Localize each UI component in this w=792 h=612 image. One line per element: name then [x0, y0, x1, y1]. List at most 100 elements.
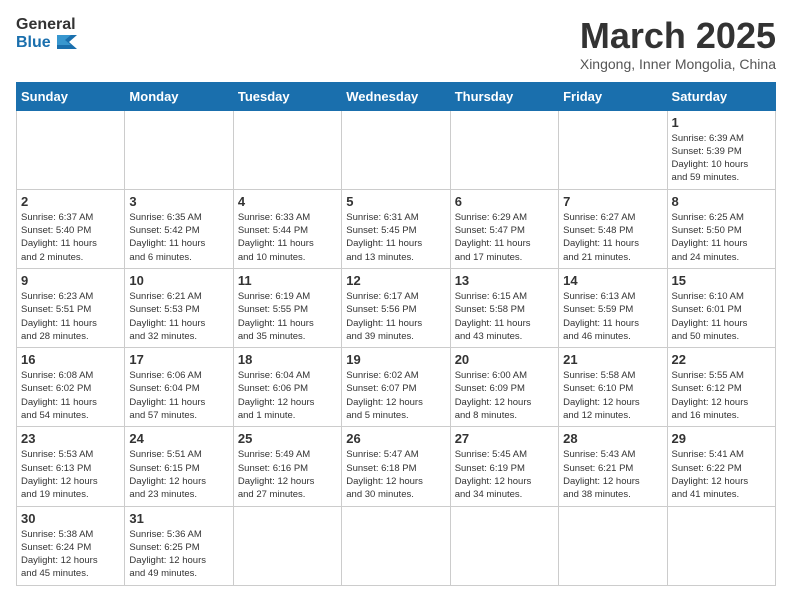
column-header-friday: Friday	[559, 82, 667, 110]
month-title: March 2025	[580, 16, 776, 56]
day-info: Sunrise: 5:38 AM Sunset: 6:24 PM Dayligh…	[21, 528, 120, 581]
day-cell	[233, 110, 341, 189]
day-cell: 2 Sunrise: 6:37 AM Sunset: 5:40 PM Daylig…	[17, 189, 125, 268]
day-number: 22	[672, 352, 771, 367]
day-info: Sunrise: 6:29 AM Sunset: 5:47 PM Dayligh…	[455, 211, 554, 264]
day-cell: 5Sunrise: 6:31 AM Sunset: 5:45 PM Daylig…	[342, 189, 450, 268]
day-number: 28	[563, 431, 662, 446]
day-cell: 21 Sunrise: 5:58 AM Sunset: 6:10 PM Dayli…	[559, 348, 667, 427]
day-number: 11	[238, 273, 337, 288]
day-cell: 12 Sunrise: 6:17 AM Sunset: 5:56 PM Dayli…	[342, 268, 450, 347]
day-info: Sunrise: 6:31 AM Sunset: 5:45 PM Dayligh…	[346, 211, 445, 264]
day-cell: 10Sunrise: 6:21 AM Sunset: 5:53 PM Dayli…	[125, 268, 233, 347]
week-row-4: 16Sunrise: 6:08 AM Sunset: 6:02 PM Dayli…	[17, 348, 776, 427]
day-cell: 11 Sunrise: 6:19 AM Sunset: 5:55 PM Dayli…	[233, 268, 341, 347]
day-cell: 20 Sunrise: 6:00 AM Sunset: 6:09 PM Dayli…	[450, 348, 558, 427]
day-cell	[450, 506, 558, 585]
day-info: Sunrise: 6:17 AM Sunset: 5:56 PM Dayligh…	[346, 290, 445, 343]
day-cell	[342, 506, 450, 585]
day-cell	[125, 110, 233, 189]
day-cell: 8 Sunrise: 6:25 AM Sunset: 5:50 PM Daylig…	[667, 189, 775, 268]
day-number: 20	[455, 352, 554, 367]
day-number: 19	[346, 352, 445, 367]
logo-blue-text: Blue	[16, 34, 77, 52]
day-info: Sunrise: 5:53 AM Sunset: 6:13 PM Dayligh…	[21, 448, 120, 501]
day-number: 4	[238, 194, 337, 209]
day-cell: 24 Sunrise: 5:51 AM Sunset: 6:15 PM Dayli…	[125, 427, 233, 506]
day-cell	[450, 110, 558, 189]
day-info: Sunrise: 5:49 AM Sunset: 6:16 PM Dayligh…	[238, 448, 337, 501]
day-info: Sunrise: 5:43 AM Sunset: 6:21 PM Dayligh…	[563, 448, 662, 501]
day-cell: 19Sunrise: 6:02 AM Sunset: 6:07 PM Dayli…	[342, 348, 450, 427]
day-number: 6	[455, 194, 554, 209]
day-cell: 6 Sunrise: 6:29 AM Sunset: 5:47 PM Daylig…	[450, 189, 558, 268]
day-info: Sunrise: 6:39 AM Sunset: 5:39 PM Dayligh…	[672, 132, 771, 185]
day-cell: 15Sunrise: 6:10 AM Sunset: 6:01 PM Dayli…	[667, 268, 775, 347]
day-cell: 30 Sunrise: 5:38 AM Sunset: 6:24 PM Dayli…	[17, 506, 125, 585]
column-header-thursday: Thursday	[450, 82, 558, 110]
day-cell: 3 Sunrise: 6:35 AM Sunset: 5:42 PM Daylig…	[125, 189, 233, 268]
day-number: 7	[563, 194, 662, 209]
day-info: Sunrise: 6:00 AM Sunset: 6:09 PM Dayligh…	[455, 369, 554, 422]
day-number: 17	[129, 352, 228, 367]
page-header: General Blue March 2025 Xingong, Inner M…	[16, 16, 776, 72]
day-info: Sunrise: 6:06 AM Sunset: 6:04 PM Dayligh…	[129, 369, 228, 422]
column-header-wednesday: Wednesday	[342, 82, 450, 110]
day-number: 30	[21, 511, 120, 526]
day-number: 14	[563, 273, 662, 288]
calendar-header-row: SundayMondayTuesdayWednesdayThursdayFrid…	[17, 82, 776, 110]
day-cell: 18 Sunrise: 6:04 AM Sunset: 6:06 PM Dayli…	[233, 348, 341, 427]
logo: General Blue	[16, 16, 77, 51]
column-header-saturday: Saturday	[667, 82, 775, 110]
week-row-1: 1 Sunrise: 6:39 AM Sunset: 5:39 PM Daylig…	[17, 110, 776, 189]
day-cell: 25 Sunrise: 5:49 AM Sunset: 6:16 PM Dayli…	[233, 427, 341, 506]
logo-general-text: General	[16, 16, 77, 34]
day-number: 31	[129, 511, 228, 526]
location-subtitle: Xingong, Inner Mongolia, China	[580, 56, 776, 72]
day-info: Sunrise: 6:04 AM Sunset: 6:06 PM Dayligh…	[238, 369, 337, 422]
day-number: 26	[346, 431, 445, 446]
logo-flag-icon	[57, 35, 77, 49]
day-info: Sunrise: 6:21 AM Sunset: 5:53 PM Dayligh…	[129, 290, 228, 343]
day-number: 8	[672, 194, 771, 209]
day-number: 25	[238, 431, 337, 446]
day-cell: 17 Sunrise: 6:06 AM Sunset: 6:04 PM Dayli…	[125, 348, 233, 427]
day-number: 24	[129, 431, 228, 446]
day-number: 9	[21, 273, 120, 288]
day-cell	[233, 506, 341, 585]
logo-container: General Blue	[16, 16, 77, 51]
day-info: Sunrise: 5:58 AM Sunset: 6:10 PM Dayligh…	[563, 369, 662, 422]
day-cell	[667, 506, 775, 585]
day-info: Sunrise: 6:13 AM Sunset: 5:59 PM Dayligh…	[563, 290, 662, 343]
day-number: 3	[129, 194, 228, 209]
day-info: Sunrise: 5:47 AM Sunset: 6:18 PM Dayligh…	[346, 448, 445, 501]
day-info: Sunrise: 6:27 AM Sunset: 5:48 PM Dayligh…	[563, 211, 662, 264]
day-info: Sunrise: 6:35 AM Sunset: 5:42 PM Dayligh…	[129, 211, 228, 264]
day-cell	[17, 110, 125, 189]
week-row-6: 30 Sunrise: 5:38 AM Sunset: 6:24 PM Dayli…	[17, 506, 776, 585]
calendar-table: SundayMondayTuesdayWednesdayThursdayFrid…	[16, 82, 776, 586]
day-cell: 27Sunrise: 5:45 AM Sunset: 6:19 PM Dayli…	[450, 427, 558, 506]
day-info: Sunrise: 6:23 AM Sunset: 5:51 PM Dayligh…	[21, 290, 120, 343]
day-number: 2	[21, 194, 120, 209]
day-number: 21	[563, 352, 662, 367]
day-number: 16	[21, 352, 120, 367]
day-cell: 16Sunrise: 6:08 AM Sunset: 6:02 PM Dayli…	[17, 348, 125, 427]
column-header-tuesday: Tuesday	[233, 82, 341, 110]
day-cell: 13Sunrise: 6:15 AM Sunset: 5:58 PM Dayli…	[450, 268, 558, 347]
day-info: Sunrise: 6:25 AM Sunset: 5:50 PM Dayligh…	[672, 211, 771, 264]
day-info: Sunrise: 6:10 AM Sunset: 6:01 PM Dayligh…	[672, 290, 771, 343]
day-info: Sunrise: 6:19 AM Sunset: 5:55 PM Dayligh…	[238, 290, 337, 343]
day-number: 1	[672, 115, 771, 130]
day-cell: 7 Sunrise: 6:27 AM Sunset: 5:48 PM Daylig…	[559, 189, 667, 268]
day-info: Sunrise: 5:41 AM Sunset: 6:22 PM Dayligh…	[672, 448, 771, 501]
day-info: Sunrise: 5:55 AM Sunset: 6:12 PM Dayligh…	[672, 369, 771, 422]
day-info: Sunrise: 6:37 AM Sunset: 5:40 PM Dayligh…	[21, 211, 120, 264]
day-cell	[559, 506, 667, 585]
column-header-monday: Monday	[125, 82, 233, 110]
day-cell: 1 Sunrise: 6:39 AM Sunset: 5:39 PM Daylig…	[667, 110, 775, 189]
day-info: Sunrise: 5:51 AM Sunset: 6:15 PM Dayligh…	[129, 448, 228, 501]
day-info: Sunrise: 5:36 AM Sunset: 6:25 PM Dayligh…	[129, 528, 228, 581]
day-number: 18	[238, 352, 337, 367]
day-number: 12	[346, 273, 445, 288]
